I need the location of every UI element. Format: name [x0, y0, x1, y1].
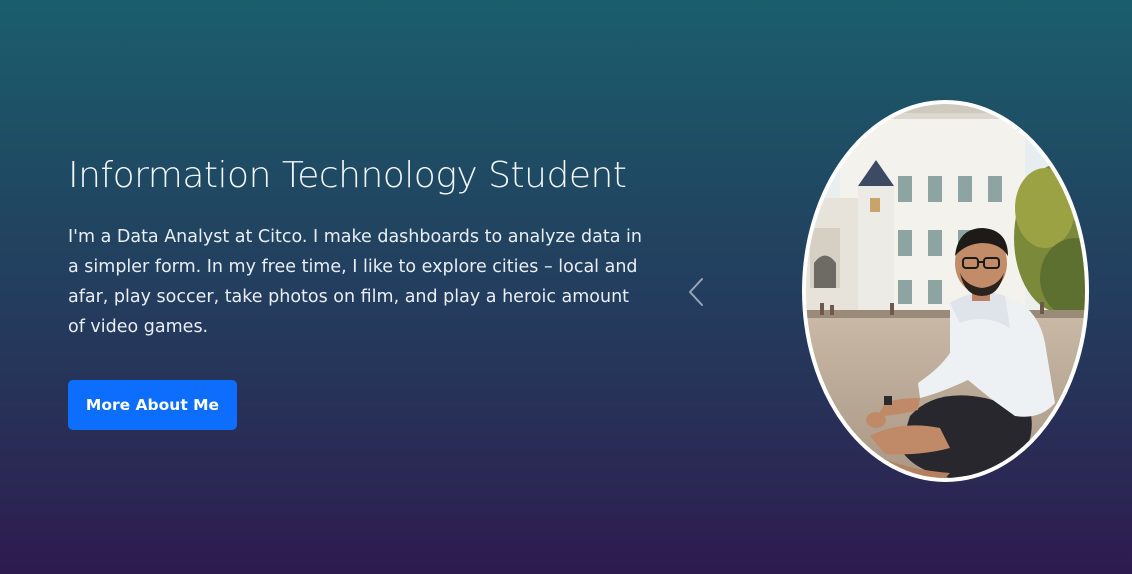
carousel-prev-button[interactable]	[683, 272, 711, 312]
hero-section: Information Technology Student I'm a Dat…	[0, 0, 1132, 574]
more-about-me-button[interactable]: More About Me	[68, 380, 237, 430]
hero-description: I'm a Data Analyst at Citco. I make dash…	[68, 227, 642, 337]
chevron-left-icon	[689, 278, 703, 306]
profile-photo	[800, 98, 1091, 484]
hero-text-block: Information Technology Student I'm a Dat…	[68, 150, 658, 342]
hero-title: Information Technology Student	[68, 155, 627, 196]
